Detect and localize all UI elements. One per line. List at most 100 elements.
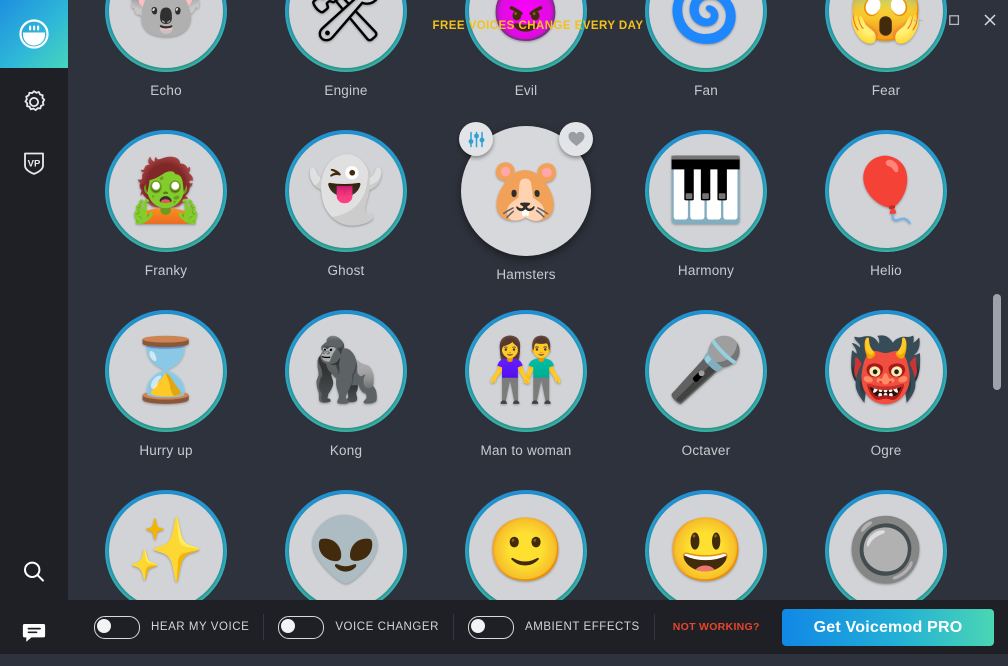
toggle-knob bbox=[97, 618, 111, 633]
voice-tile-label: Man to woman bbox=[480, 443, 572, 458]
voice-disc[interactable]: ⌛ bbox=[105, 310, 227, 432]
vp-shield-icon: VP bbox=[19, 147, 49, 177]
voice-disc[interactable]: 🦍 bbox=[285, 310, 407, 432]
voice-disc-inner: 🎈 bbox=[829, 134, 943, 248]
voice-disc[interactable]: 🙂 bbox=[465, 490, 587, 600]
voice-disc-inner: 🙂 bbox=[469, 494, 583, 600]
voice-grid-viewport[interactable]: 🐨 Echo 🛠 Engine 😈 Evil 🌀 Fan 😱 Fear 🧟 Franky 👻 Ghost 🐹… bbox=[68, 0, 1008, 600]
chat-bubble-icon bbox=[20, 618, 48, 646]
toggle-switch[interactable] bbox=[94, 615, 140, 639]
voice-tile-label: Fan bbox=[694, 83, 718, 98]
bottom-toolbar: HEAR MY VOICE VOICE CHANGER AMBIENT EFFECT… bbox=[68, 600, 1008, 654]
voice-disc[interactable]: 🎈 bbox=[825, 130, 947, 252]
gear-icon bbox=[19, 87, 49, 117]
voice-tile-label: Franky bbox=[144, 263, 188, 278]
voice-tile[interactable]: 🎤 Octaver bbox=[616, 298, 796, 478]
sidebar-item-settings[interactable] bbox=[0, 68, 68, 136]
sidebar-item-search[interactable] bbox=[0, 538, 68, 606]
voice-emoji-icon: 👽 bbox=[307, 516, 385, 585]
voice-tile[interactable]: ✨ bbox=[76, 478, 256, 600]
voice-tile[interactable]: 🙂 bbox=[436, 478, 616, 600]
maximize-icon bbox=[949, 15, 960, 26]
close-button[interactable] bbox=[972, 0, 1008, 40]
voice-disc-inner: ⌛ bbox=[109, 314, 223, 428]
voice-tile[interactable]: 👹 Ogre bbox=[796, 298, 976, 478]
toggle-ambient-effects[interactable]: AMBIENT EFFECTS bbox=[454, 600, 654, 654]
voice-tile[interactable]: 👽 bbox=[256, 478, 436, 600]
voice-disc[interactable]: 👽 bbox=[285, 490, 407, 600]
voice-tile[interactable]: 🧟 Franky bbox=[76, 118, 256, 298]
minimize-button[interactable] bbox=[900, 0, 936, 40]
scrollbar-track[interactable] bbox=[992, 48, 1002, 594]
toggle-switch[interactable] bbox=[467, 615, 514, 639]
voice-disc[interactable]: 🐹 bbox=[459, 122, 593, 256]
voice-tile-label: Evil bbox=[514, 83, 538, 98]
voice-favorite-badge[interactable] bbox=[559, 122, 593, 156]
voice-emoji-icon: 🦍 bbox=[307, 336, 385, 405]
toggle-knob bbox=[281, 618, 296, 633]
voice-tile-label: Ghost bbox=[327, 263, 365, 278]
voice-emoji-icon: 🎹 bbox=[667, 156, 745, 225]
voice-disc-inner: 👫 bbox=[469, 314, 583, 428]
voice-disc-inner: 🔘 bbox=[829, 494, 943, 600]
voice-disc[interactable]: 👹 bbox=[825, 310, 947, 432]
voice-emoji-icon: 👫 bbox=[487, 336, 565, 405]
voice-tile[interactable]: 🎈 Helio bbox=[796, 118, 976, 298]
voice-disc[interactable]: ✨ bbox=[105, 490, 227, 600]
close-icon bbox=[984, 14, 996, 26]
sidebar-item-chat[interactable] bbox=[0, 598, 68, 666]
voice-grid: 🐨 Echo 🛠 Engine 😈 Evil 🌀 Fan 😱 Fear 🧟 Franky 👻 Ghost 🐹… bbox=[68, 0, 1008, 600]
voice-tile[interactable]: 👫 Man to woman bbox=[436, 298, 616, 478]
not-working-link[interactable]: NOT WORKING? bbox=[673, 621, 760, 633]
voice-disc[interactable]: 🎤 bbox=[645, 310, 767, 432]
voice-emoji-icon: 🐹 bbox=[487, 156, 565, 225]
toggle-switch[interactable] bbox=[278, 615, 325, 639]
voice-tile[interactable]: 🎹 Harmony bbox=[616, 118, 796, 298]
voice-emoji-icon: 👹 bbox=[847, 336, 925, 405]
voice-tile-label: Helio bbox=[870, 263, 902, 278]
toggle-knob bbox=[470, 618, 485, 633]
sliders-icon bbox=[468, 131, 484, 147]
voice-tile-label: Engine bbox=[324, 83, 368, 98]
get-voicemod-pro-button[interactable]: Get Voicemod PRO bbox=[782, 609, 994, 646]
voice-tile-label: Octaver bbox=[681, 443, 731, 458]
voice-disc-inner: 👽 bbox=[289, 494, 403, 600]
window-controls bbox=[900, 0, 1008, 40]
voice-disc[interactable]: 🎹 bbox=[645, 130, 767, 252]
toggle-label: AMBIENT EFFECTS bbox=[524, 621, 640, 633]
scrollbar-thumb[interactable] bbox=[993, 294, 1001, 390]
voice-tile[interactable]: 🦍 Kong bbox=[256, 298, 436, 478]
voicemod-window: VP FREE VOICES CHANGE EVERY DAY 🐨 Echo 🛠… bbox=[0, 0, 1008, 654]
sidebar-item-voicelab[interactable]: VP bbox=[0, 128, 68, 196]
voice-disc[interactable]: 🧟 bbox=[105, 130, 227, 252]
voice-tile-label: Kong bbox=[329, 443, 363, 458]
voice-settings-badge[interactable] bbox=[459, 122, 493, 156]
svg-text:VP: VP bbox=[28, 159, 41, 170]
voice-tile[interactable]: ⌛ Hurry up bbox=[76, 298, 256, 478]
voice-tile[interactable]: 😃 bbox=[616, 478, 796, 600]
voice-emoji-icon: ⌛ bbox=[127, 336, 205, 405]
voice-emoji-icon: 🔘 bbox=[847, 516, 925, 585]
voice-disc[interactable]: 🔘 bbox=[825, 490, 947, 600]
maximize-button[interactable] bbox=[936, 0, 972, 40]
toggle-group: HEAR MY VOICE VOICE CHANGER AMBIENT EFFECT… bbox=[68, 600, 654, 654]
toggle-hear-my-voice[interactable]: HEAR MY VOICE bbox=[80, 600, 263, 654]
voice-disc-inner: 🎤 bbox=[649, 314, 763, 428]
toggle-label: HEAR MY VOICE bbox=[151, 621, 250, 633]
voice-disc[interactable]: 👻 bbox=[285, 130, 407, 252]
search-icon bbox=[20, 558, 48, 586]
voice-disc-inner: 👻 bbox=[289, 134, 403, 248]
voice-emoji-icon: 👻 bbox=[307, 156, 385, 225]
voice-tile[interactable]: 🔘 bbox=[796, 478, 976, 600]
voice-disc[interactable]: 👫 bbox=[465, 310, 587, 432]
voice-disc-inner: 🧟 bbox=[109, 134, 223, 248]
heart-icon bbox=[567, 131, 585, 146]
voice-tile-label: Harmony bbox=[677, 263, 735, 278]
voice-disc[interactable]: 😃 bbox=[645, 490, 767, 600]
toggle-voice-changer[interactable]: VOICE CHANGER bbox=[264, 600, 453, 654]
sidebar-item-voicebox[interactable] bbox=[0, 0, 68, 68]
voice-tile[interactable]: 🐹 Hamsters bbox=[436, 118, 616, 298]
voice-emoji-icon: 😃 bbox=[667, 516, 745, 585]
voice-tile[interactable]: 👻 Ghost bbox=[256, 118, 436, 298]
minimize-icon bbox=[913, 19, 923, 22]
